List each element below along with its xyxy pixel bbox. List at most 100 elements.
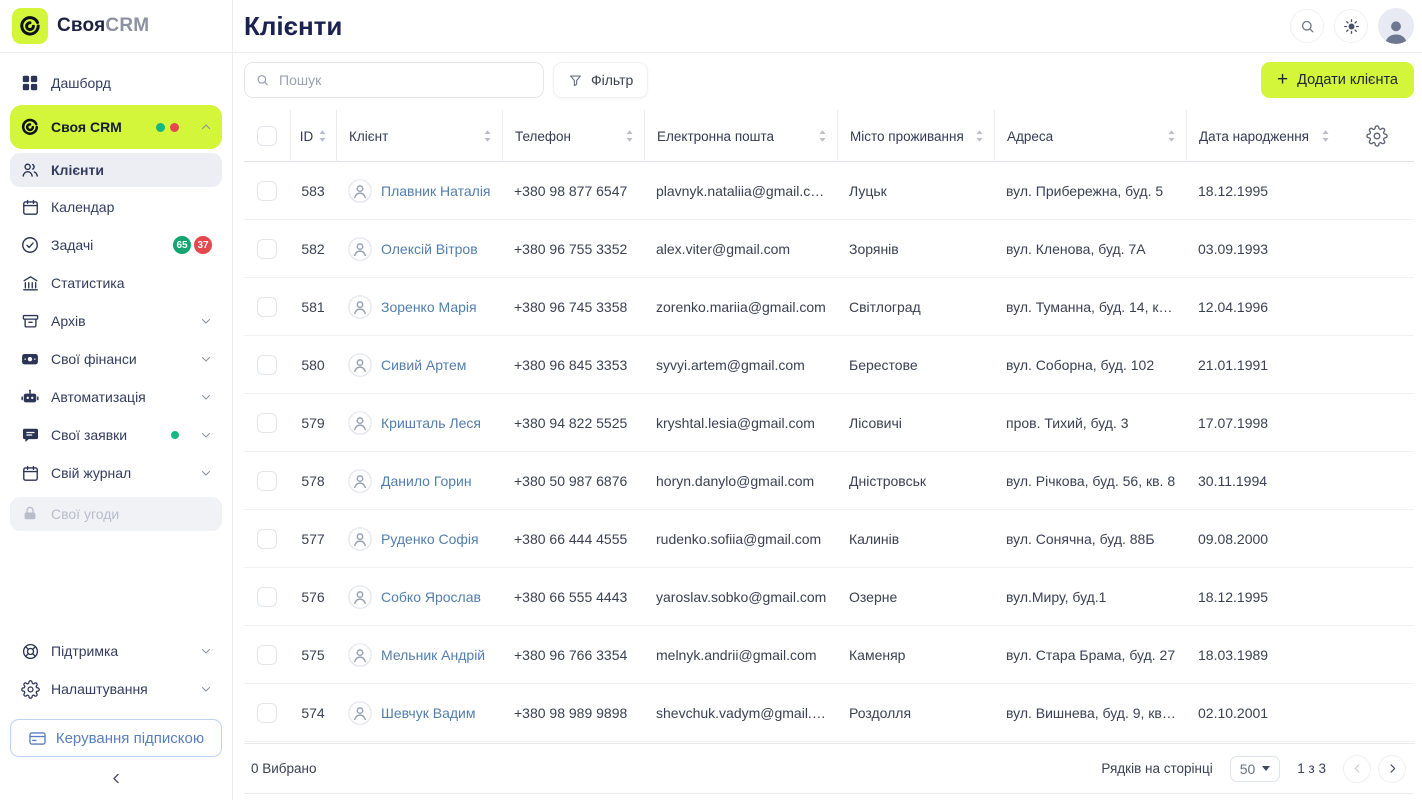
sidebar-item-dashboard[interactable]: Дашборд [10, 65, 222, 101]
cell-address: вул. Туманна, буд. 14, кв. 23 [994, 299, 1186, 315]
chevron-down-icon [200, 467, 212, 479]
client-avatar-icon [348, 527, 372, 551]
client-name-link[interactable]: Олексій Вітров [381, 241, 478, 257]
column-header-client[interactable]: Клієнт [336, 110, 502, 162]
row-checkbox[interactable] [257, 703, 277, 723]
row-checkbox[interactable] [257, 413, 277, 433]
client-name-link[interactable]: Шевчук Вадим [381, 705, 475, 721]
table-row[interactable]: 578 Данило Горин +380 50 987 6876 horyn.… [244, 452, 1414, 510]
sidebar-collapse-button[interactable] [0, 761, 232, 800]
cell-birthdate: 18.12.1995 [1186, 589, 1340, 605]
sort-icon[interactable] [1321, 129, 1330, 143]
status-dot-green [156, 123, 165, 132]
row-checkbox-cell [244, 452, 290, 509]
row-checkbox[interactable] [257, 587, 277, 607]
sidebar-item-journal[interactable]: Свій журнал [10, 455, 222, 491]
row-checkbox[interactable] [257, 529, 277, 549]
client-name-link[interactable]: Мельник Андрій [381, 647, 485, 663]
sidebar-item-deals-locked: Свої угоди [10, 497, 222, 531]
sidebar-item-archive[interactable]: Архів [10, 303, 222, 339]
sidebar-item-label: Підтримка [51, 643, 118, 659]
chevron-right-icon [1386, 762, 1399, 775]
filter-button[interactable]: Фільтр [553, 62, 648, 98]
search-input[interactable] [244, 62, 544, 98]
cell-email: shevchuk.vadym@gmail.com [644, 705, 837, 721]
sidebar: СвояCRM Дашборд Своя CRM Клієнти Календа… [0, 0, 233, 800]
sidebar-item-statistics[interactable]: Статистика [10, 265, 222, 301]
select-all-checkbox[interactable] [257, 126, 277, 146]
table-row[interactable]: 574 Шевчук Вадим +380 98 989 9898 shevch… [244, 684, 1414, 742]
table-row[interactable]: 581 Зоренко Марія +380 96 745 3358 zoren… [244, 278, 1414, 336]
sort-icon[interactable] [975, 129, 984, 143]
sidebar-item-svoya-crm[interactable]: Своя CRM [10, 105, 222, 149]
topbar: Клієнти [233, 0, 1422, 53]
table-row[interactable]: 576 Собко Ярослав +380 66 555 4443 yaros… [244, 568, 1414, 626]
manage-subscription-button[interactable]: Керування підпискою [10, 719, 222, 757]
sidebar-item-settings[interactable]: Налаштування [10, 671, 222, 707]
cell-phone: +380 98 877 6547 [502, 183, 644, 199]
column-header-birthdate[interactable]: Дата народження [1186, 110, 1340, 162]
caret-down-icon [1262, 766, 1270, 771]
sort-icon[interactable] [483, 129, 492, 143]
sort-icon[interactable] [318, 129, 327, 143]
lock-icon [20, 504, 40, 524]
table-row[interactable]: 583 Плавник Наталія +380 98 877 6547 pla… [244, 162, 1414, 220]
sort-icon[interactable] [625, 129, 634, 143]
cell-city: Лісовичі [837, 415, 994, 431]
table-settings-gear-icon[interactable] [1366, 125, 1388, 147]
funnel-icon [568, 73, 583, 88]
cell-id: 578 [290, 473, 336, 489]
row-checkbox[interactable] [257, 181, 277, 201]
cell-email: melnyk.andrii@gmail.com [644, 647, 837, 663]
header-checkbox-cell [244, 110, 290, 162]
cell-birthdate: 03.09.1993 [1186, 241, 1340, 257]
column-header-phone[interactable]: Телефон [502, 110, 644, 162]
row-checkbox[interactable] [257, 645, 277, 665]
sidebar-item-clients[interactable]: Клієнти [10, 153, 222, 187]
column-header-email[interactable]: Електронна пошта [644, 110, 837, 162]
column-header-city[interactable]: Місто проживання [837, 110, 994, 162]
sidebar-item-tasks[interactable]: Задачі 65 37 [10, 227, 222, 263]
previous-page-button[interactable] [1343, 755, 1371, 783]
sidebar-item-finances[interactable]: Свої фінанси [10, 341, 222, 377]
table-row[interactable]: 579 Кришталь Леся +380 94 822 5525 krysh… [244, 394, 1414, 452]
client-name-link[interactable]: Зоренко Марія [381, 299, 477, 315]
cell-id: 583 [290, 183, 336, 199]
sidebar-nav: Дашборд Своя CRM Клієнти Календар Задачі [0, 53, 232, 533]
client-name-link[interactable]: Руденко Софія [381, 531, 479, 547]
cell-address: вул. Соборна, буд. 102 [994, 357, 1186, 373]
user-avatar[interactable] [1378, 8, 1414, 44]
cell-phone: +380 96 766 3354 [502, 647, 644, 663]
sort-icon[interactable] [1167, 129, 1176, 143]
sidebar-item-calendar[interactable]: Календар [10, 189, 222, 225]
client-name-link[interactable]: Данило Горин [381, 473, 472, 489]
sidebar-item-requests[interactable]: Свої заявки [10, 417, 222, 453]
table-row[interactable]: 577 Руденко Софія +380 66 444 4555 ruden… [244, 510, 1414, 568]
row-checkbox[interactable] [257, 355, 277, 375]
column-header-id[interactable]: ID [290, 110, 336, 162]
table-row[interactable]: 575 Мельник Андрій +380 96 766 3354 meln… [244, 626, 1414, 684]
sort-icon[interactable] [818, 129, 827, 143]
search-button[interactable] [1290, 9, 1324, 43]
row-checkbox[interactable] [257, 297, 277, 317]
client-name-link[interactable]: Собко Ярослав [381, 589, 481, 605]
client-name-link[interactable]: Плавник Наталія [381, 183, 491, 199]
column-header-address[interactable]: Адреса [994, 110, 1186, 162]
client-name-link[interactable]: Кришталь Леся [381, 415, 481, 431]
row-checkbox[interactable] [257, 471, 277, 491]
client-name-link[interactable]: Сивий Артем [381, 357, 466, 373]
next-page-button[interactable] [1378, 755, 1406, 783]
sidebar-item-automation[interactable]: Автоматизація [10, 379, 222, 415]
cell-city: Зорянів [837, 241, 994, 257]
chevron-down-icon [200, 391, 212, 403]
topbar-actions [1290, 8, 1414, 44]
svoya-crm-logo-icon [20, 117, 40, 137]
row-checkbox[interactable] [257, 239, 277, 259]
sidebar-item-support[interactable]: Підтримка [10, 633, 222, 669]
theme-toggle-button[interactable] [1334, 9, 1368, 43]
table-row[interactable]: 580 Сивий Артем +380 96 845 3353 syvyi.a… [244, 336, 1414, 394]
cell-birthdate: 30.11.1994 [1186, 473, 1340, 489]
table-row[interactable]: 582 Олексій Вітров +380 96 755 3352 alex… [244, 220, 1414, 278]
rows-per-page-select[interactable]: 50 [1230, 756, 1281, 782]
add-client-button[interactable]: + Додати клієнта [1261, 62, 1414, 98]
